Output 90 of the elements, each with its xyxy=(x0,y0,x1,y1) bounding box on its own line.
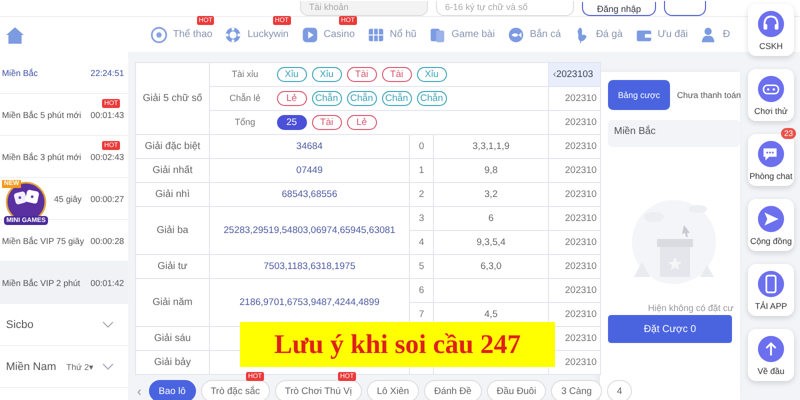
chip-icon xyxy=(224,26,242,44)
digit-index: 1 xyxy=(410,158,434,182)
prize-name: Giải nhì xyxy=(136,182,210,206)
place-bet-button[interactable]: Đặt Cược 0 xyxy=(608,315,732,343)
grid-icon xyxy=(366,26,385,44)
prize-name: Giải sáu xyxy=(136,326,210,350)
result-tag: Xỉu xyxy=(312,67,342,82)
nav-tab[interactable]: Ưu đãi xyxy=(658,29,688,40)
result-tag: Chẵn xyxy=(312,91,342,106)
result-tag: Tài xyxy=(346,67,377,82)
result-tag: Tài xyxy=(382,67,412,82)
lotto-digits: 9,8 xyxy=(434,158,549,182)
fish-icon xyxy=(506,26,525,44)
chat-icon xyxy=(757,140,785,168)
digit-index: 4 xyxy=(410,230,434,254)
prize-number: 68543,68556 xyxy=(210,182,410,206)
gamepad-icon xyxy=(757,74,785,102)
digit-index: 0 xyxy=(410,134,434,158)
game-tab[interactable]: Trò Chơi Thú Vị xyxy=(274,380,362,400)
side-button[interactable]: CSKH xyxy=(748,4,794,56)
lotto-digits: 3,3,1,1,9 xyxy=(434,134,549,158)
prize-number: 07449 xyxy=(210,158,410,182)
result-tag: Chẵn xyxy=(382,91,412,106)
nav-tab[interactable]: Bắn cá xyxy=(530,29,561,40)
digit-index: 3 xyxy=(410,206,434,230)
empty-message: Hiện không có đặt cư xyxy=(647,303,734,313)
play-icon xyxy=(300,26,319,44)
prize-name: Giải nhất xyxy=(136,158,210,182)
nav-tab[interactable]: Nổ hũ xyxy=(390,29,416,40)
ball-icon xyxy=(150,26,168,44)
prize-name: Giải ba xyxy=(136,206,210,254)
caption-banner: Lưu ý khi soi cầu 247 xyxy=(240,322,555,367)
count-badge: 23 xyxy=(781,128,796,139)
day-select[interactable]: Thứ 2▾ xyxy=(66,362,94,372)
game-tab[interactable]: Trò đặc sắc xyxy=(200,380,270,400)
game-tab[interactable]: Bao lô xyxy=(148,380,196,400)
digit-index: 2 xyxy=(410,182,434,206)
region-row[interactable]: Miền Bắc xyxy=(608,120,740,147)
lotto-digits: 6,3,0 xyxy=(434,254,549,278)
nav-tab[interactable]: Đ xyxy=(722,29,730,40)
row-label: Tổng xyxy=(234,117,256,127)
result-tag: Lẻ xyxy=(276,91,307,106)
game-tab[interactable]: Đầu Đuôi xyxy=(486,380,546,400)
headset-icon xyxy=(757,10,785,38)
game-tab[interactable]: 3 Càng xyxy=(551,380,602,400)
result-tag: Chẵn xyxy=(416,91,447,106)
login-button[interactable]: Đăng nhập xyxy=(582,2,656,16)
nav-tab[interactable]: Luckywin xyxy=(247,29,289,40)
game-tab[interactable]: Lô Xiên xyxy=(366,380,420,400)
lotto-digits: 6 xyxy=(434,206,549,230)
lotto-digits: 9,3,5,4 xyxy=(434,230,549,254)
lottery-item[interactable]: Miền Bắc 22:24:51 xyxy=(0,52,128,94)
cards-icon xyxy=(428,26,446,44)
phone-icon xyxy=(757,270,785,298)
category-item[interactable]: Sicbo xyxy=(0,304,128,346)
side-button[interactable]: Chơi thử xyxy=(748,69,794,121)
game-tab[interactable]: Đánh Đề xyxy=(424,380,482,400)
result-tag: Chẵn xyxy=(346,91,377,106)
prize-number: 34684 xyxy=(210,134,410,158)
date-header[interactable]: ‹2023103 xyxy=(548,62,601,86)
result-tag: Lẻ xyxy=(346,115,377,130)
nav-tab[interactable]: Casino xyxy=(324,29,355,40)
slip-tab[interactable]: Chưa thanh toán xyxy=(672,80,746,110)
nav-tab[interactable]: Đá gà xyxy=(596,29,623,40)
prize-name: Giải tư xyxy=(136,254,210,278)
send-icon xyxy=(757,204,785,232)
row-label: Tài xỉu xyxy=(230,69,260,79)
side-button[interactable]: Cộng đồng xyxy=(748,199,794,251)
nav-tab[interactable]: Thể thao xyxy=(173,29,212,40)
up-icon xyxy=(757,334,785,362)
side-button[interactable]: TẢI APP xyxy=(748,264,794,316)
side-button[interactable]: Về đầu xyxy=(748,329,794,381)
result-tag: Xỉu xyxy=(276,67,307,82)
row-label: Chẵn lẻ xyxy=(228,93,262,103)
nav-tab[interactable]: Game bài xyxy=(451,29,495,40)
category-item[interactable]: Miền Nam Thứ 2▾ xyxy=(0,346,128,388)
prize-number: 25283,29519,54803,06974,65945,63081 xyxy=(210,206,410,254)
result-tag: 25 xyxy=(276,115,307,130)
result-tag: Xỉu xyxy=(416,67,447,82)
prize-name: Giải đặc biệt xyxy=(136,134,210,158)
slip-tab[interactable]: Bảng cược xyxy=(608,80,670,110)
result-tag: Tài xyxy=(312,115,342,130)
digit-index: 6 xyxy=(410,278,434,302)
lottery-item[interactable]: Miền Bắc VIP 2 phút 00:01:42 xyxy=(0,262,128,304)
digit-index: 5 xyxy=(410,254,434,278)
lotto-digits: 3,2 xyxy=(434,182,549,206)
prize-number: 7503,1183,6318,1975 xyxy=(210,254,410,278)
prize-name: Giải bảy xyxy=(136,350,210,374)
prize-name: Giải 5 chữ số xyxy=(136,62,210,134)
prize-name: Giải năm xyxy=(136,278,210,326)
